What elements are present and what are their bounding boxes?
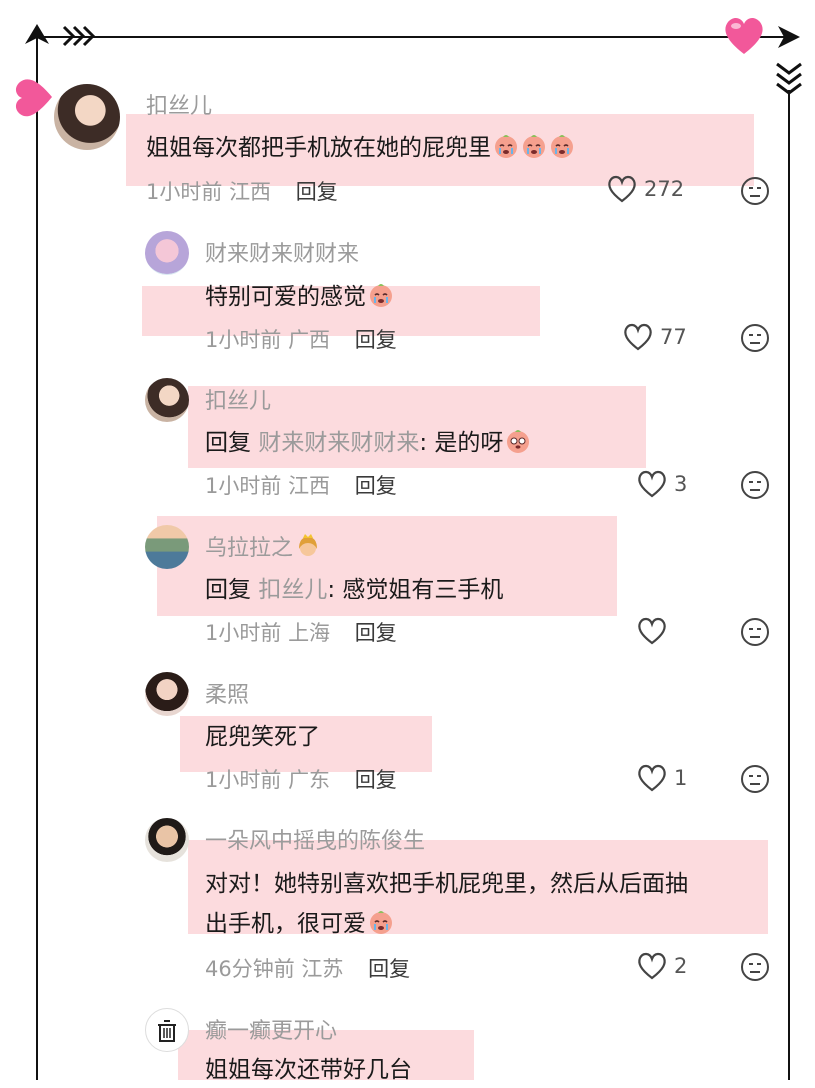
comment-time: 1小时前 <box>205 474 282 498</box>
crying-peach-emoji <box>368 282 394 308</box>
meh-face-icon[interactable] <box>740 470 770 500</box>
crying-peach-emoji <box>368 909 394 935</box>
meh-face-icon[interactable] <box>740 764 770 794</box>
like-count: 272 <box>644 177 685 201</box>
comment-time: 1小时前 <box>205 768 282 792</box>
comment-text-line: 对对！她特别喜欢把手机屁兜里，然后从后面抽 <box>205 866 688 902</box>
crying-peach-emoji <box>521 133 547 159</box>
arrow-right-icon <box>778 26 800 48</box>
comment-text: 特别可爱的感觉 <box>205 279 394 315</box>
reply-button[interactable]: 回复 <box>355 768 397 792</box>
like-button[interactable] <box>636 616 674 646</box>
like-button[interactable]: 272 <box>606 174 684 204</box>
arrow-fletching-icon <box>62 25 96 47</box>
avatar[interactable] <box>145 672 189 716</box>
comment-location: 江西 <box>229 180 272 204</box>
crying-peach-emoji <box>505 428 531 454</box>
commenter-name[interactable]: 柔照 <box>205 677 249 709</box>
comment-text: 回复 财来财来财财来: 是的呀 <box>205 425 531 461</box>
princess-emoji <box>295 533 321 559</box>
frame-right-line <box>788 90 790 1080</box>
heart-outline-icon <box>624 323 652 351</box>
comment-time: 46分钟前 <box>205 957 295 981</box>
arrow-down-fletching-icon <box>776 62 802 95</box>
heart-deco-icon <box>725 17 763 54</box>
comment-text: 姐姐每次都把手机放在她的屁兜里 <box>146 130 575 166</box>
heart-outline-icon <box>608 175 636 203</box>
comment-text-content: 姐姐每次还带好几台 <box>205 1057 412 1083</box>
commenter-name[interactable]: 扣丝儿 <box>205 383 271 415</box>
avatar[interactable] <box>145 378 189 422</box>
mention-link[interactable]: 扣丝儿 <box>258 577 327 603</box>
comment-meta: 1小时前 上海 回复 <box>205 617 397 647</box>
meh-face-icon[interactable] <box>740 323 770 353</box>
like-button[interactable]: 2 <box>636 951 687 981</box>
comment-text-content: : 感觉姐有三手机 <box>327 577 504 603</box>
avatar[interactable] <box>145 231 189 275</box>
comment-location: 江西 <box>288 474 331 498</box>
avatar[interactable] <box>145 818 189 862</box>
commenter-name[interactable]: 癫一癫更开心 <box>205 1013 337 1045</box>
reply-button[interactable]: 回复 <box>368 957 410 981</box>
comment-location: 广西 <box>288 328 331 352</box>
comment-text: 姐姐每次还带好几台 <box>205 1052 412 1088</box>
like-count: 1 <box>674 766 688 790</box>
like-count: 77 <box>660 325 687 349</box>
crying-peach-emoji <box>549 133 575 159</box>
like-button[interactable]: 3 <box>636 469 687 499</box>
commenter-name-text: 乌拉拉之 <box>205 536 294 561</box>
comment-meta: 1小时前 江西 回复 <box>146 176 338 206</box>
comment-text-content: 屁兜笑死了 <box>205 724 320 750</box>
commenter-name[interactable]: 扣丝儿 <box>146 88 212 120</box>
arrow-up-icon <box>25 24 49 44</box>
heart-outline-icon <box>638 952 666 980</box>
meh-face-icon[interactable] <box>740 952 770 982</box>
reply-button[interactable]: 回复 <box>296 180 338 204</box>
crying-peach-emoji <box>493 133 519 159</box>
like-button[interactable]: 77 <box>622 322 687 352</box>
trash-can-logo-icon <box>158 1020 176 1042</box>
commenter-name[interactable]: 一朵风中摇曳的陈俊生 <box>205 823 425 855</box>
comment-text-content: 出手机，很可爱 <box>205 911 366 937</box>
comment-text: 回复 扣丝儿: 感觉姐有三手机 <box>205 572 503 608</box>
comment-meta: 46分钟前 江苏 回复 <box>205 953 410 983</box>
comment-text-line: 出手机，很可爱 <box>205 906 394 942</box>
comment-meta: 1小时前 江西 回复 <box>205 470 397 500</box>
comment-location: 广东 <box>288 768 331 792</box>
like-button[interactable]: 1 <box>636 763 687 793</box>
avatar[interactable] <box>54 84 120 150</box>
heart-deco-left-icon <box>15 79 52 117</box>
meh-face-icon[interactable] <box>740 176 770 206</box>
frame-top-line <box>36 36 792 38</box>
comment-location: 江苏 <box>301 957 344 981</box>
avatar[interactable] <box>145 1008 189 1052</box>
reply-prefix: 回复 <box>205 577 251 603</box>
comment-meta: 1小时前 广西 回复 <box>205 324 397 354</box>
comment-time: 1小时前 <box>205 328 282 352</box>
comment-time: 1小时前 <box>205 621 282 645</box>
reply-button[interactable]: 回复 <box>355 474 397 498</box>
comment-time: 1小时前 <box>146 180 223 204</box>
commenter-name[interactable]: 财来财来财财来 <box>205 236 359 268</box>
comment-meta: 1小时前 广东 回复 <box>205 764 397 794</box>
reply-button[interactable]: 回复 <box>355 621 397 645</box>
comment-text-content: 特别可爱的感觉 <box>205 284 366 310</box>
comment-text-content: 对对！她特别喜欢把手机屁兜里，然后从后面抽 <box>205 871 688 897</box>
avatar[interactable] <box>145 525 189 569</box>
heart-outline-icon <box>638 617 666 645</box>
like-count: 3 <box>674 472 688 496</box>
meh-face-icon[interactable] <box>740 617 770 647</box>
like-count: 2 <box>674 954 688 978</box>
comment-text-content: : 是的呀 <box>419 430 504 456</box>
comment-text-content: 姐姐每次都把手机放在她的屁兜里 <box>146 135 491 161</box>
reply-button[interactable]: 回复 <box>355 328 397 352</box>
heart-outline-icon <box>638 764 666 792</box>
frame-left-line <box>36 36 38 1080</box>
comment-text: 屁兜笑死了 <box>205 719 320 755</box>
mention-link[interactable]: 财来财来财财来 <box>258 430 419 456</box>
comment-location: 上海 <box>288 621 331 645</box>
commenter-name[interactable]: 乌拉拉之 <box>205 530 321 562</box>
heart-outline-icon <box>638 470 666 498</box>
reply-prefix: 回复 <box>205 430 251 456</box>
